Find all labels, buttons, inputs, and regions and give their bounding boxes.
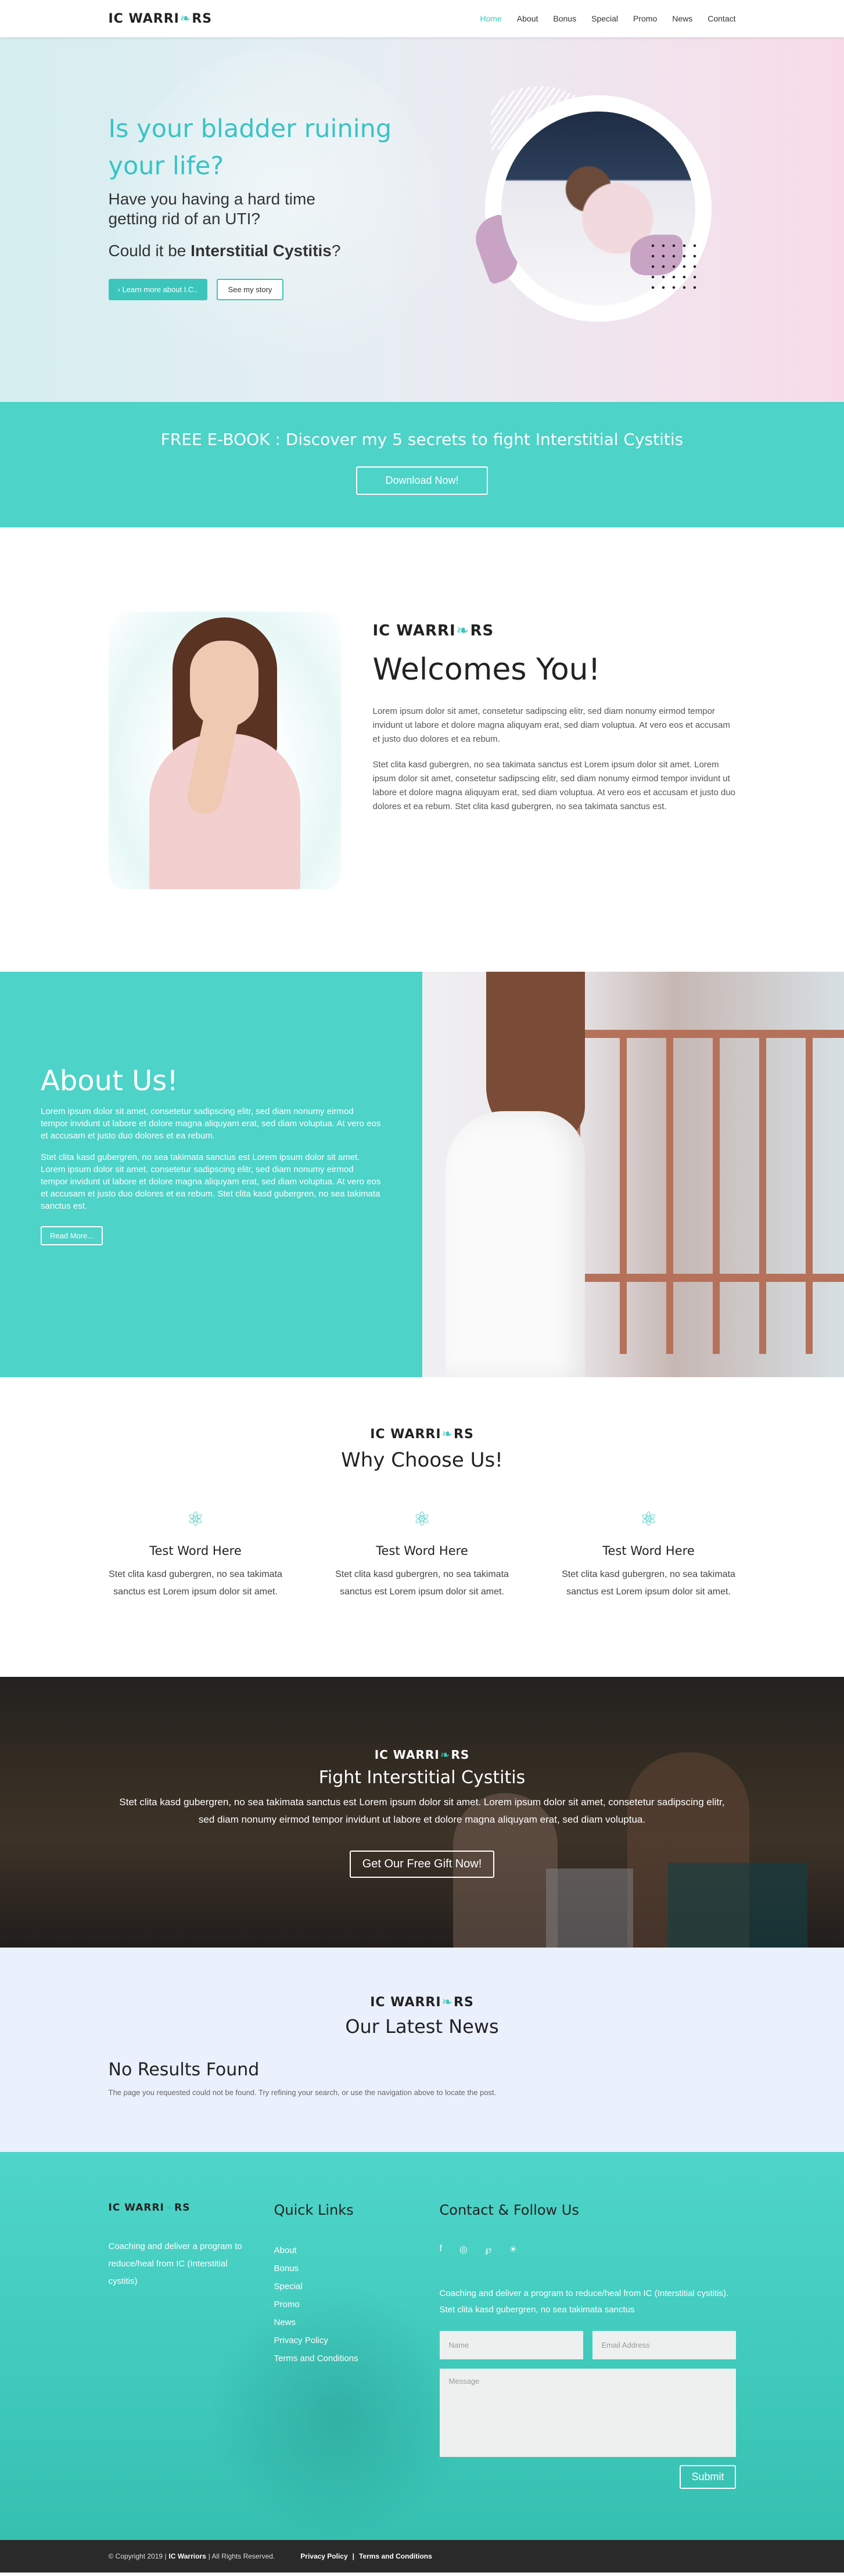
nav-contact[interactable]: Contact	[707, 14, 735, 23]
terms-link[interactable]: Terms and Conditions	[359, 2552, 432, 2560]
welcome-heading: Welcomes You!	[372, 652, 601, 687]
nav-about[interactable]: About	[517, 14, 538, 23]
latest-news-section: IC WARRI ❧ RS Our Latest News No Results F…	[0, 1948, 844, 2152]
copyright-brand: IC Warriors	[168, 2552, 206, 2560]
footer-link-special[interactable]: Special	[274, 2277, 440, 2295]
twitter-icon[interactable]: ☀	[509, 2244, 517, 2255]
footer: IC WARRI ❧ RS Coaching and deliver a progr…	[0, 2152, 844, 2540]
footer-link-bonus[interactable]: Bonus	[274, 2259, 440, 2277]
welcome-section: IC WARRI ❧ RS Welcomes You! Lorem ipsum do…	[108, 527, 736, 972]
news-heading: Our Latest News	[345, 2015, 499, 2038]
feature-title: Test Word Here	[602, 1544, 695, 1558]
copyright-text: © Copyright 2019 |	[108, 2552, 167, 2560]
ebook-title: FREE E-BOOK : Discover my 5 secrets to f…	[160, 430, 684, 449]
footer-link-terms[interactable]: Terms and Conditions	[274, 2349, 440, 2367]
nav-bonus[interactable]: Bonus	[553, 14, 576, 23]
about-photo-woman-balcony	[422, 972, 844, 1377]
read-more-button[interactable]: Read More...	[41, 1226, 103, 1245]
message-field[interactable]: Message	[439, 2369, 736, 2457]
nav-news[interactable]: News	[672, 14, 692, 23]
hero-subtitle: Have you having a hard time getting rid …	[108, 190, 315, 228]
no-results-text: The page you requested could not be foun…	[108, 2088, 497, 2097]
footer-logo[interactable]: IC WARRI ❧ RS	[109, 2202, 274, 2214]
site-logo[interactable]: IC WARRI ❧ RS	[109, 12, 213, 26]
news-logo: IC WARRI ❧ RS	[370, 1995, 474, 2010]
atom-icon: ⚛	[186, 1508, 204, 1530]
main-menu: Home About Bonus Special Promo News Cont…	[480, 14, 735, 23]
quick-links-list: About Bonus Special Promo News Privacy P…	[274, 2241, 440, 2367]
feature-title: Test Word Here	[149, 1544, 242, 1558]
fight-heading: Fight Interstitial Cystitis	[318, 1767, 526, 1788]
footer-about-text: Coaching and deliver a program to reduce…	[108, 2241, 242, 2286]
ribbon-icon: ❧	[456, 622, 470, 639]
fight-ic-section: IC WARRI ❧ RS Fight Interstitial Cystitis …	[0, 1677, 844, 1948]
chevron-right-icon: ›	[117, 285, 120, 294]
hero-text: Is your bladder ruining your life? Have …	[108, 110, 399, 300]
free-gift-button[interactable]: Get Our Free Gift Now!	[349, 1851, 495, 1878]
ribbon-icon: ❧	[440, 1748, 451, 1762]
feature-text: Stet clita kasd gubergren, no sea takima…	[562, 1569, 735, 1597]
welcome-paragraph: Stet clita kasd gubergren, no sea takima…	[372, 760, 736, 811]
top-nav: IC WARRI ❧ RS Home About Bonus Special Pro…	[0, 0, 844, 37]
pinterest-icon[interactable]: ℘	[485, 2244, 491, 2255]
welcome-paragraph: Lorem ipsum dolor sit amet, consetetur s…	[372, 706, 730, 744]
email-field[interactable]: Email Address	[592, 2331, 736, 2359]
ebook-banner: FREE E-BOOK : Discover my 5 secrets to f…	[0, 402, 844, 527]
contact-text: Coaching and deliver a program to reduce…	[439, 2288, 729, 2315]
ribbon-icon: ❧	[179, 11, 192, 26]
instagram-icon[interactable]: ◎	[459, 2244, 468, 2255]
welcome-logo: IC WARRI ❧ RS	[372, 622, 494, 639]
about-heading: About Us!	[41, 1065, 178, 1097]
footer-link-about[interactable]: About	[274, 2241, 440, 2259]
feature-text: Stet clita kasd gubergren, no sea takima…	[109, 1569, 282, 1597]
privacy-policy-link[interactable]: Privacy Policy	[300, 2552, 347, 2560]
nav-home[interactable]: Home	[480, 14, 501, 23]
why-choose-us-section: IC WARRI ❧ RS Why Choose Us! ⚛ Test Word H…	[109, 1377, 736, 1677]
see-my-story-button[interactable]: See my story	[216, 279, 284, 300]
no-results-title: No Results Found	[108, 2060, 260, 2080]
footer-link-privacy[interactable]: Privacy Policy	[274, 2331, 440, 2349]
decorative-dots	[647, 240, 700, 293]
nav-promo[interactable]: Promo	[633, 14, 657, 23]
contact-title: Contact & Follow Us	[439, 2202, 579, 2218]
social-links: f ◎ ℘ ☀	[440, 2244, 736, 2255]
feature-card: ⚛ Test Word Here Stet clita kasd gubergr…	[109, 1508, 283, 1601]
footer-link-news[interactable]: News	[274, 2313, 440, 2331]
atom-icon: ⚛	[413, 1508, 431, 1530]
ribbon-icon: ❧	[164, 2202, 174, 2214]
about-paragraph: Stet clita kasd gubergren, no sea takima…	[41, 1152, 381, 1211]
ribbon-icon: ❧	[441, 1995, 453, 2010]
fight-logo: IC WARRI ❧ RS	[374, 1748, 470, 1762]
why-heading: Why Choose Us!	[341, 1449, 503, 1472]
feature-text: Stet clita kasd gubergren, no sea takima…	[335, 1569, 509, 1597]
submit-button[interactable]: Submit	[680, 2465, 736, 2489]
facebook-icon[interactable]: f	[440, 2244, 442, 2255]
hero-question: Could it be Interstitial Cystitis?	[108, 242, 341, 260]
learn-more-button[interactable]: › Learn more about I.C..	[108, 279, 207, 300]
why-logo: IC WARRI ❧ RS	[370, 1427, 474, 1442]
welcome-photo-woman	[108, 612, 341, 889]
feature-card: ⚛ Test Word Here Stet clita kasd gubergr…	[335, 1508, 509, 1601]
nav-special[interactable]: Special	[591, 14, 618, 23]
footer-link-promo[interactable]: Promo	[274, 2295, 440, 2313]
atom-icon: ⚛	[640, 1508, 658, 1530]
name-field[interactable]: Name	[439, 2331, 583, 2359]
about-paragraph: Lorem ipsum dolor sit amet, consetetur s…	[41, 1106, 381, 1141]
feature-title: Test Word Here	[376, 1544, 468, 1558]
hero-section: Is your bladder ruining your life? Have …	[0, 37, 844, 402]
hero-title: Is your bladder ruining your life?	[108, 114, 392, 181]
quick-links-title: Quick Links	[274, 2202, 354, 2218]
download-now-button[interactable]: Download Now!	[356, 466, 488, 495]
about-section: About Us! Lorem ipsum dolor sit amet, co…	[0, 972, 844, 1377]
ribbon-icon: ❧	[441, 1427, 453, 1442]
feature-card: ⚛ Test Word Here Stet clita kasd gubergr…	[562, 1508, 736, 1601]
hero-image-circle	[469, 86, 712, 322]
copyright-bar: © Copyright 2019 | IC Warriors | All Rig…	[0, 2540, 844, 2573]
fight-text: Stet clita kasd gubergren, no sea takima…	[119, 1797, 725, 1825]
